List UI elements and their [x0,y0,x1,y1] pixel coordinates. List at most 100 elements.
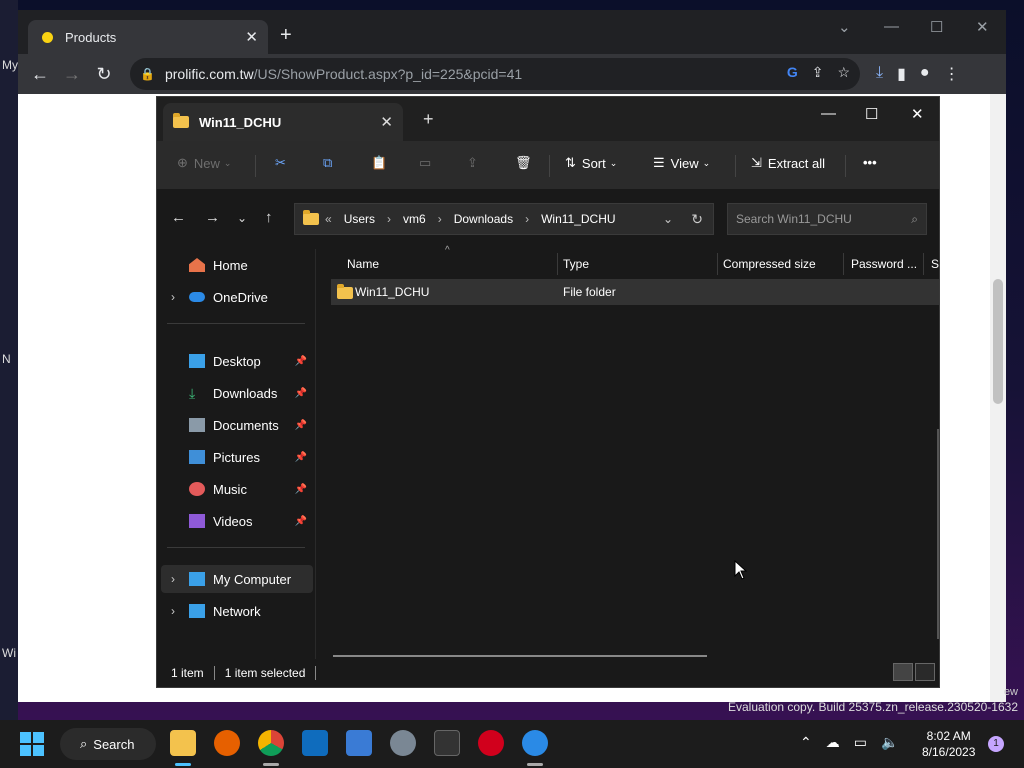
notification-badge[interactable]: 1 [988,736,1004,752]
tiles-view-button[interactable] [915,663,935,681]
chevron-up-icon[interactable]: ⌃ [800,734,812,751]
chevron-down-icon: ⌄ [223,157,232,168]
store-taskbar-icon[interactable] [346,730,372,756]
pane-splitter[interactable] [315,249,316,659]
side-panel-icon[interactable]: ▮ [897,64,906,84]
nav-item-documents[interactable]: Documents 📌 [161,411,313,439]
nav-item-network[interactable]: › Network [161,597,313,625]
nav-item-my-computer[interactable]: › My Computer [161,565,313,593]
forward-icon[interactable]: → [205,209,220,226]
minimize-button[interactable]: — [821,105,836,122]
google-translate-icon[interactable]: G [787,64,798,81]
recent-locations-icon[interactable]: ⌄ [237,211,247,225]
column-header-name[interactable]: Name [347,249,379,279]
close-tab-icon[interactable]: ✕ [245,28,258,46]
chevron-right-icon[interactable]: › [161,572,185,586]
copy-button[interactable]: ⧉ [323,155,332,171]
scissors-icon: ✂ [275,155,286,170]
maximize-button[interactable]: ☐ [930,18,943,36]
delete-button[interactable]: 🗑 [515,155,532,171]
clock[interactable]: 8:02 AM 8/16/2023 [922,728,975,760]
details-view-button[interactable] [893,663,913,681]
horizontal-scrollbar[interactable] [333,655,707,657]
start-button[interactable] [20,732,44,756]
refresh-icon[interactable]: ↻ [691,211,703,228]
nav-item-desktop[interactable]: Desktop 📌 [161,347,313,375]
back-icon[interactable]: ← [171,209,186,226]
browser-tab[interactable]: Products ✕ [28,20,268,54]
search-input[interactable]: Search Win11_DCHU ⌕ [727,203,927,235]
chevron-down-icon[interactable]: ⌄ [663,212,673,226]
more-options-button[interactable]: ••• [863,155,877,170]
network-icon[interactable]: ▭ [854,734,867,751]
up-icon[interactable]: ↑ [265,209,273,226]
nav-item-videos[interactable]: Videos 📌 [161,507,313,535]
settings-taskbar-icon[interactable] [390,730,416,756]
nav-item-home[interactable]: Home [161,251,313,279]
breadcrumb[interactable]: « Users › vm6 › Downloads › Win11_DCHU ⌄… [294,203,714,235]
paste-button[interactable]: 📋 [371,155,387,171]
app-taskbar-icon[interactable] [522,730,548,756]
page-scrollbar[interactable] [990,94,1006,702]
breadcrumb-item[interactable]: vm6 [403,212,426,226]
forward-icon[interactable]: → [56,64,88,85]
bookmark-star-icon[interactable]: ☆ [837,64,850,81]
new-tab-button[interactable]: + [423,109,434,130]
column-divider[interactable] [923,253,924,275]
firefox-taskbar-icon[interactable] [214,730,240,756]
explorer-tab[interactable]: Win11_DCHU ✕ [163,103,403,141]
column-divider[interactable] [557,253,558,275]
sort-button[interactable]: ⇅ Sort ⌄ [565,155,617,171]
breadcrumb-item[interactable]: Downloads [454,212,513,226]
address-bar[interactable]: 🔒 prolific.com.tw/US/ShowProduct.aspx?p_… [130,58,860,90]
mail-taskbar-icon[interactable] [302,730,328,756]
nav-item-onedrive[interactable]: › OneDrive [161,283,313,311]
close-window-button[interactable]: ✕ [976,18,989,36]
profile-icon[interactable]: ● [920,64,930,84]
download-icon[interactable]: ⤓ [876,64,883,84]
table-row[interactable]: Win11_DCHU File folder [331,279,939,305]
share-icon[interactable]: ⇪ [812,64,824,81]
minimize-button[interactable]: — [884,18,899,35]
view-button[interactable]: ☰ View ⌄ [653,155,710,171]
video-icon [189,514,205,528]
taskbar-search[interactable]: ⌕ Search [60,728,156,760]
reload-icon[interactable]: ↻ [88,64,120,85]
onedrive-offline-icon[interactable]: ☁ [826,734,840,751]
extract-all-button[interactable]: ⇲ Extract all [751,155,825,171]
column-header-type[interactable]: Type [563,249,589,279]
date: 8/16/2023 [922,745,976,759]
tab-search-icon[interactable]: ⌄ [838,18,851,36]
share-button[interactable]: ⇪ [467,155,478,171]
terminal-taskbar-icon[interactable] [434,730,460,756]
column-divider[interactable] [717,253,718,275]
maximize-button[interactable]: ☐ [865,105,878,123]
vertical-scrollbar[interactable] [937,429,939,639]
close-window-button[interactable]: ✕ [911,105,924,123]
rename-button[interactable]: ▭ [419,155,431,171]
column-divider[interactable] [843,253,844,275]
column-header-compressed-size[interactable]: Compressed size [723,249,816,279]
column-header-size[interactable]: Si [931,249,939,279]
cut-button[interactable]: ✂ [275,155,286,171]
breadcrumb-item[interactable]: Win11_DCHU [541,212,615,226]
nav-item-downloads[interactable]: ⤓ Downloads 📌 [161,379,313,407]
column-header-password[interactable]: Password ... [851,249,917,279]
nav-item-pictures[interactable]: Pictures 📌 [161,443,313,471]
new-tab-button[interactable]: + [280,24,292,47]
chevron-right-icon[interactable]: › [161,290,185,304]
back-icon[interactable]: ← [24,64,56,85]
volume-icon[interactable]: 🔈 [881,734,898,751]
chrome-taskbar-icon[interactable] [258,730,284,756]
nav-item-music[interactable]: Music 📌 [161,475,313,503]
overflow-icon[interactable]: « [325,212,332,226]
close-tab-icon[interactable]: ✕ [380,113,393,131]
opera-taskbar-icon[interactable] [478,730,504,756]
extract-all-label: Extract all [767,155,825,171]
chevron-right-icon[interactable]: › [161,604,185,618]
breadcrumb-item[interactable]: Users [344,212,375,226]
scroll-thumb[interactable] [993,279,1003,404]
new-button[interactable]: ⊕ New ⌄ [177,155,231,171]
file-explorer-taskbar-icon[interactable] [170,730,196,756]
menu-icon[interactable]: ⋮ [944,64,960,84]
